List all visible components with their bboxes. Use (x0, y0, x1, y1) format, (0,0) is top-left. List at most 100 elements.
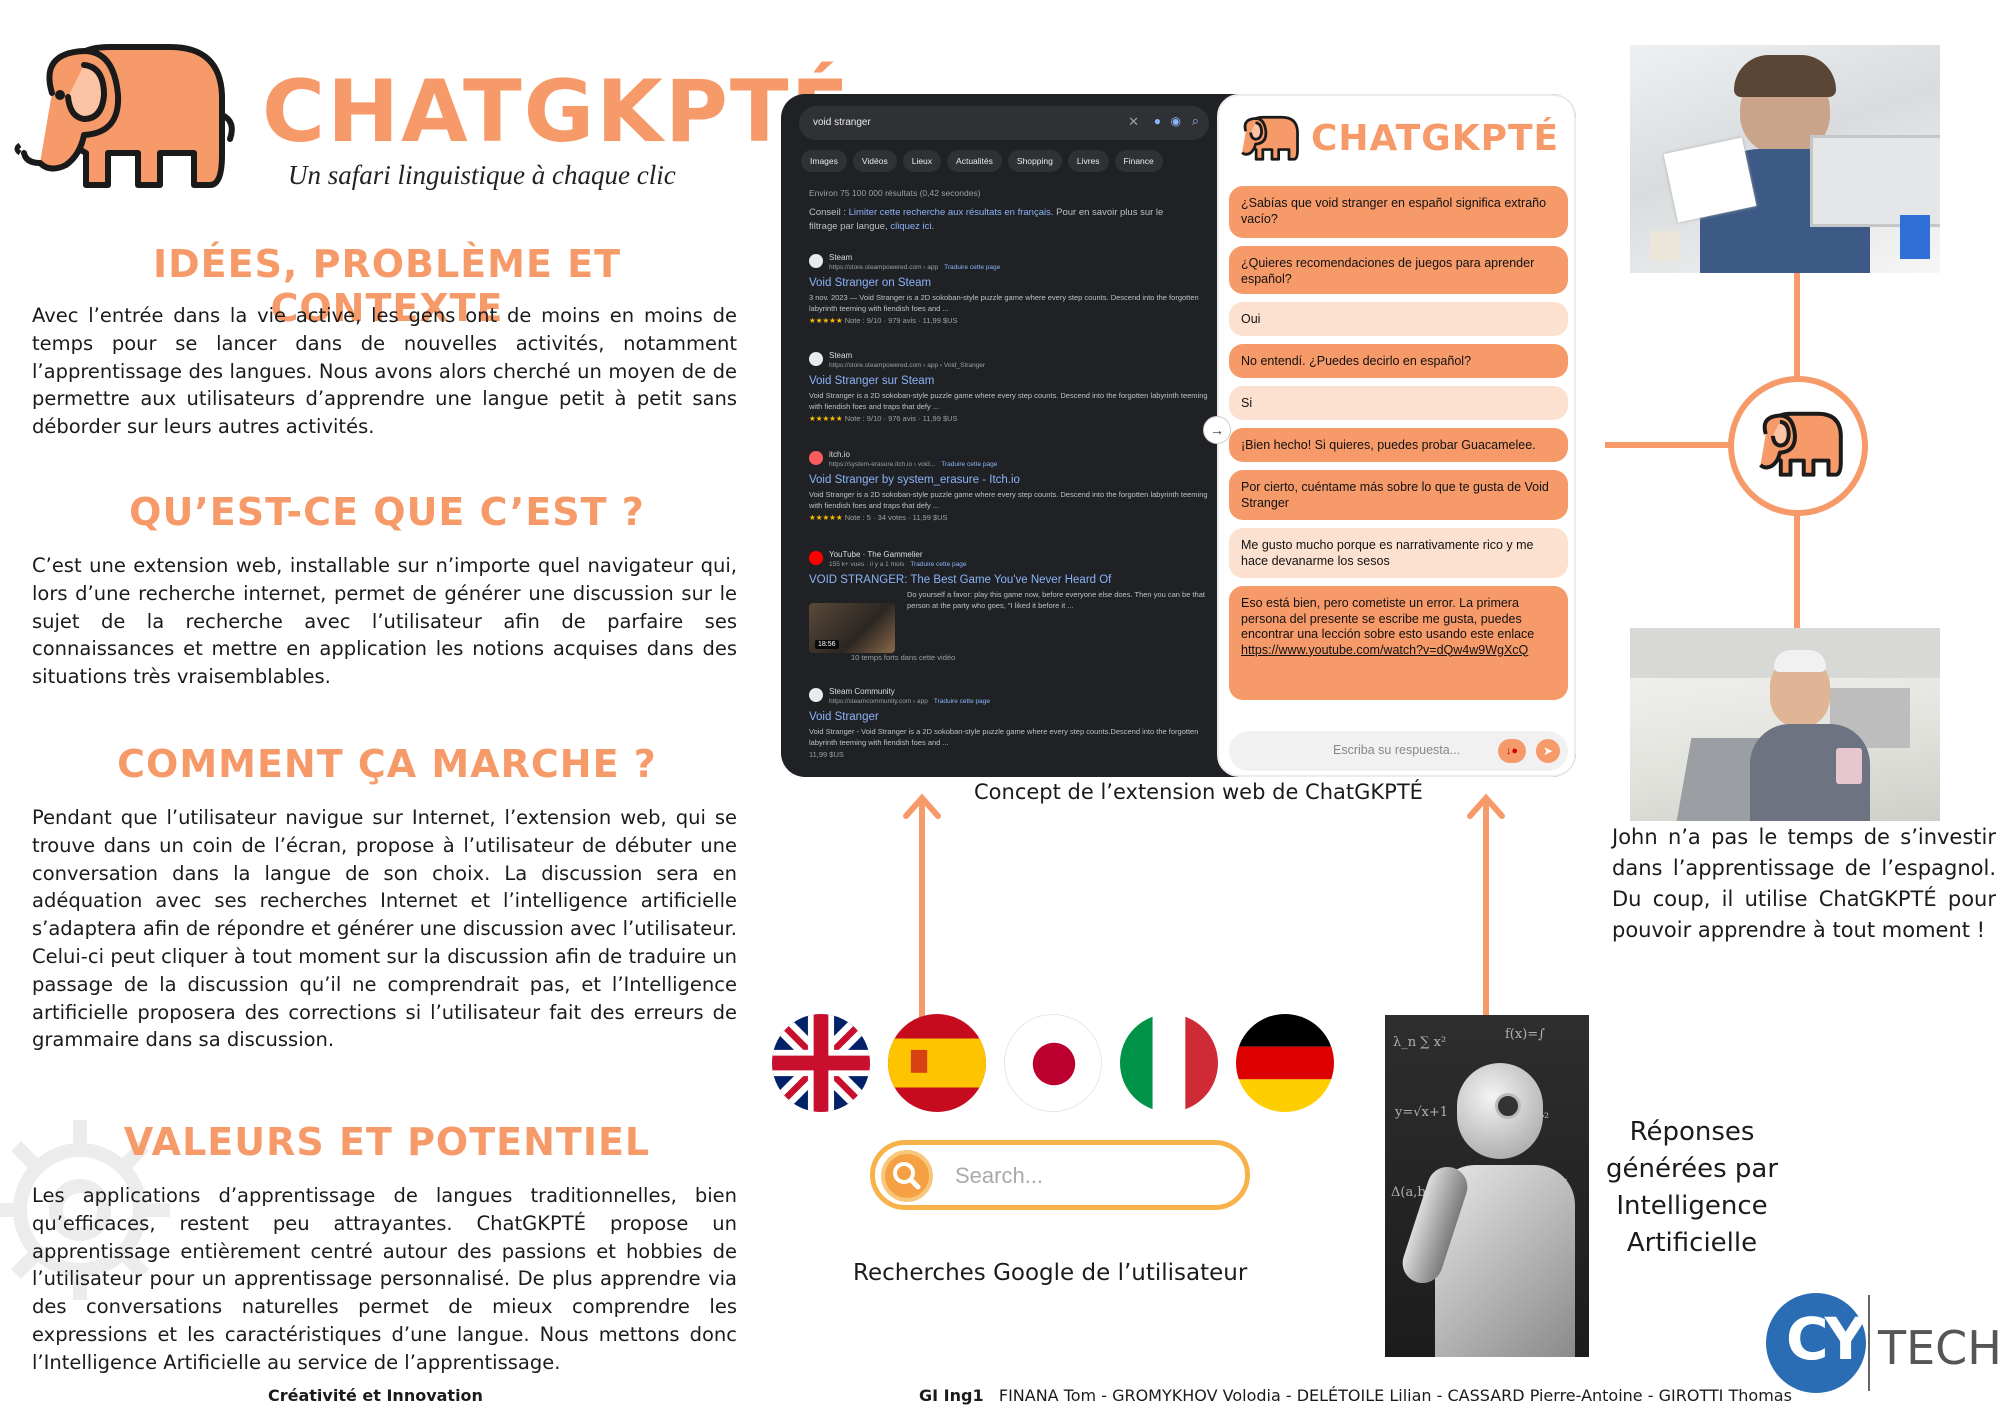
result-url: https://store.steampowered.com › app › V… (829, 362, 986, 369)
cy-logo-text: CY (1786, 1305, 1867, 1373)
tab-places[interactable]: Lieux (902, 150, 942, 172)
google-search-bar[interactable]: void stranger ✕ ● ◉ ⌕ (799, 106, 1209, 140)
result-site: Steam (829, 351, 853, 360)
result-site: Steam Community (829, 687, 895, 696)
result-desc: Void Stranger is a 2D sokoban-style puzz… (809, 490, 1208, 510)
section-text-what: C’est une extension web, installable sur… (32, 554, 737, 689)
elephant-logo-icon (10, 35, 240, 195)
tab-books[interactable]: Livres (1067, 150, 1109, 172)
result-title[interactable]: Void Stranger (809, 711, 1209, 723)
result-desc: Void Stranger - Void Stranger is a 2D so… (809, 727, 1199, 747)
result-rating-text: Note : 5 · 34 votes · 11,99 $US (844, 513, 948, 522)
chat-message-user[interactable]: Me gusto mucho porque es narrativamente … (1229, 528, 1568, 578)
video-duration: 18:56 (815, 640, 839, 649)
john-photo (1630, 628, 1940, 821)
itchio-favicon-icon (809, 451, 823, 465)
translate-link[interactable]: Traduire cette page (910, 561, 966, 568)
video-thumbnail[interactable]: 18:56 (809, 603, 895, 653)
result-url-text: https://steamcommunity.com › app (829, 698, 928, 705)
tab-finance[interactable]: Finance (1114, 150, 1163, 172)
chat-message-bot[interactable]: ¿Quieres recomendaciones de juegos para … (1229, 246, 1568, 294)
result-url-text: 155 k+ vues · il y a 1 mois (829, 561, 905, 568)
result-desc: Void Stranger is a 2D sokoban-style puzz… (809, 391, 1208, 411)
man-working-photo (1630, 45, 1940, 273)
chat-input[interactable]: Escriba su respuesta... ↓● ➤ (1229, 731, 1568, 771)
search-result: Steam https://store.steampowered.com › a… (809, 252, 1209, 325)
uk-flag-icon (772, 1014, 870, 1112)
lens-icon[interactable]: ◉ (1171, 114, 1181, 128)
tab-shopping[interactable]: Shopping (1007, 150, 1062, 172)
group-label: GI Ing1 (919, 1386, 984, 1405)
result-title[interactable]: Void Stranger on Steam (809, 277, 1209, 289)
result-url: https://steamcommunity.com › app Traduire… (809, 697, 1209, 707)
result-site: Steam (829, 253, 853, 262)
search-result: itch.io https://system-erasure.itch.io ›… (809, 449, 1209, 522)
chat-message-user[interactable]: Oui (1229, 302, 1568, 336)
result-desc: 3 nov. 2023 — Void Stranger is a 2D soko… (809, 293, 1199, 313)
google-query: void stranger (813, 117, 871, 128)
panel-toggle-icon[interactable]: → (1203, 416, 1231, 444)
tip-prefix: Conseil : (809, 207, 849, 218)
stars-icon: ★★★★★ (809, 316, 843, 325)
result-title[interactable]: Void Stranger by system_erasure - Itch.i… (809, 474, 1209, 486)
mic-icon[interactable]: ● (1154, 114, 1161, 128)
clear-icon[interactable]: ✕ (1128, 114, 1139, 130)
result-title[interactable]: Void Stranger sur Steam (809, 375, 1209, 387)
translate-link[interactable]: Traduire cette page (944, 264, 1000, 271)
chat-panel: CHATGKPTÉ ¿Sabías que void stranger en e… (1217, 94, 1576, 777)
spain-flag-icon (888, 1014, 986, 1112)
ai-robot-image: λ_n ∑ x² f(x)=∫ y=√x+1 π r² Δ(a,b) x = 2… (1385, 1015, 1589, 1357)
chat-message-bot[interactable]: Eso está bien, pero cometiste un error. … (1229, 586, 1568, 700)
result-site: YouTube · The Gammelier (829, 550, 923, 559)
team-credits: GI Ing1 FINANA Tom - GROMYKHOV Volodia -… (919, 1386, 1792, 1405)
search-result: Steam https://store.steampowered.com › a… (809, 350, 1209, 423)
results-stats: Environ 75 100 000 résultats (0,42 secon… (809, 188, 981, 198)
chat-message-bot[interactable]: Por cierto, cuéntame más sobre lo que te… (1229, 470, 1568, 520)
tab-videos[interactable]: Vidéos (852, 150, 897, 172)
timeline-elephant-icon (1728, 376, 1868, 516)
john-description: John n’a pas le temps de s’investir dans… (1612, 825, 1996, 942)
italy-flag-icon (1120, 1014, 1218, 1112)
search-icon (881, 1150, 933, 1202)
section-heading-how: COMMENT ÇA MARCHE ? (117, 742, 657, 786)
result-desc: Do yourself a favor: play this game now,… (907, 590, 1205, 610)
authors: FINANA Tom - GROMYKHOV Volodia - DELÉTOI… (998, 1386, 1792, 1405)
send-icon[interactable]: ➤ (1536, 739, 1560, 763)
result-price: 11,99 $US (809, 750, 844, 759)
tip-link[interactable]: Limiter cette recherche aux résultats en… (849, 207, 1051, 218)
result-title[interactable]: VOID STRANGER: The Best Game You've Neve… (809, 574, 1209, 586)
result-url: 155 k+ vues · il y a 1 mois Traduire cett… (809, 560, 1209, 570)
chat-message-user[interactable]: Si (1229, 386, 1568, 420)
tab-images[interactable]: Images (801, 150, 847, 172)
tip-link2[interactable]: cliquez ici (890, 221, 931, 232)
tech-logo-text: TECH (1878, 1321, 2000, 1375)
tab-news[interactable]: Actualités (947, 150, 1002, 172)
chat-message-bot[interactable]: ¡Bien hecho! Si quieres, puedes probar G… (1229, 428, 1568, 462)
search-icon[interactable]: ⌕ (1192, 113, 1199, 129)
chat-message-bot[interactable]: ¿Sabías que void stranger en español sig… (1229, 186, 1568, 238)
video-key-moments[interactable]: 10 temps forts dans cette vidéo (809, 653, 1209, 662)
stars-icon: ★★★★★ (809, 513, 843, 522)
translate-link[interactable]: Traduire cette page (941, 461, 997, 468)
search-bar-illustration[interactable]: Search... (870, 1140, 1250, 1210)
google-caption: Recherches Google de l’utilisateur (853, 1260, 1248, 1286)
result-url-text: https://system-erasure.itch.io › void... (829, 461, 936, 468)
course-name: Créativité et Innovation (268, 1386, 483, 1405)
correction-text: Eso está bien, pero cometiste un error. … (1241, 596, 1535, 641)
arrow-up-icon (1466, 790, 1506, 1018)
search-result-video: YouTube · The Gammelier 155 k+ vues · il… (809, 549, 1209, 662)
language-selector-icon[interactable]: ↓● (1498, 739, 1526, 763)
chat-elephant-icon (1233, 112, 1303, 164)
correction-link[interactable]: https://www.youtube.com/watch?v=dQw4w9Wg… (1241, 643, 1556, 659)
result-site: itch.io (829, 450, 850, 459)
ai-caption: Réponses générées par Intelligence Artif… (1605, 1117, 1779, 1258)
section-text-ideas: Avec l’entrée dans la vie active, les ge… (32, 304, 737, 439)
result-rating: ★★★★★ Note : 9/10 · 976 avis · 11,99 $US (809, 414, 1209, 423)
timeline-connector (1605, 442, 1735, 448)
result-rating: ★★★★★ Note : 5 · 34 votes · 11,99 $US (809, 513, 1209, 522)
arrow-up-icon (902, 790, 942, 1021)
chat-message-bot[interactable]: No entendí. ¿Puedes decirlo en español? (1229, 344, 1568, 378)
translate-link[interactable]: Traduire cette page (934, 698, 990, 705)
result-rating-text: Note : 9/10 · 976 avis · 11,99 $US (844, 414, 958, 423)
app-title: CHATGKPTÉ (262, 62, 852, 162)
